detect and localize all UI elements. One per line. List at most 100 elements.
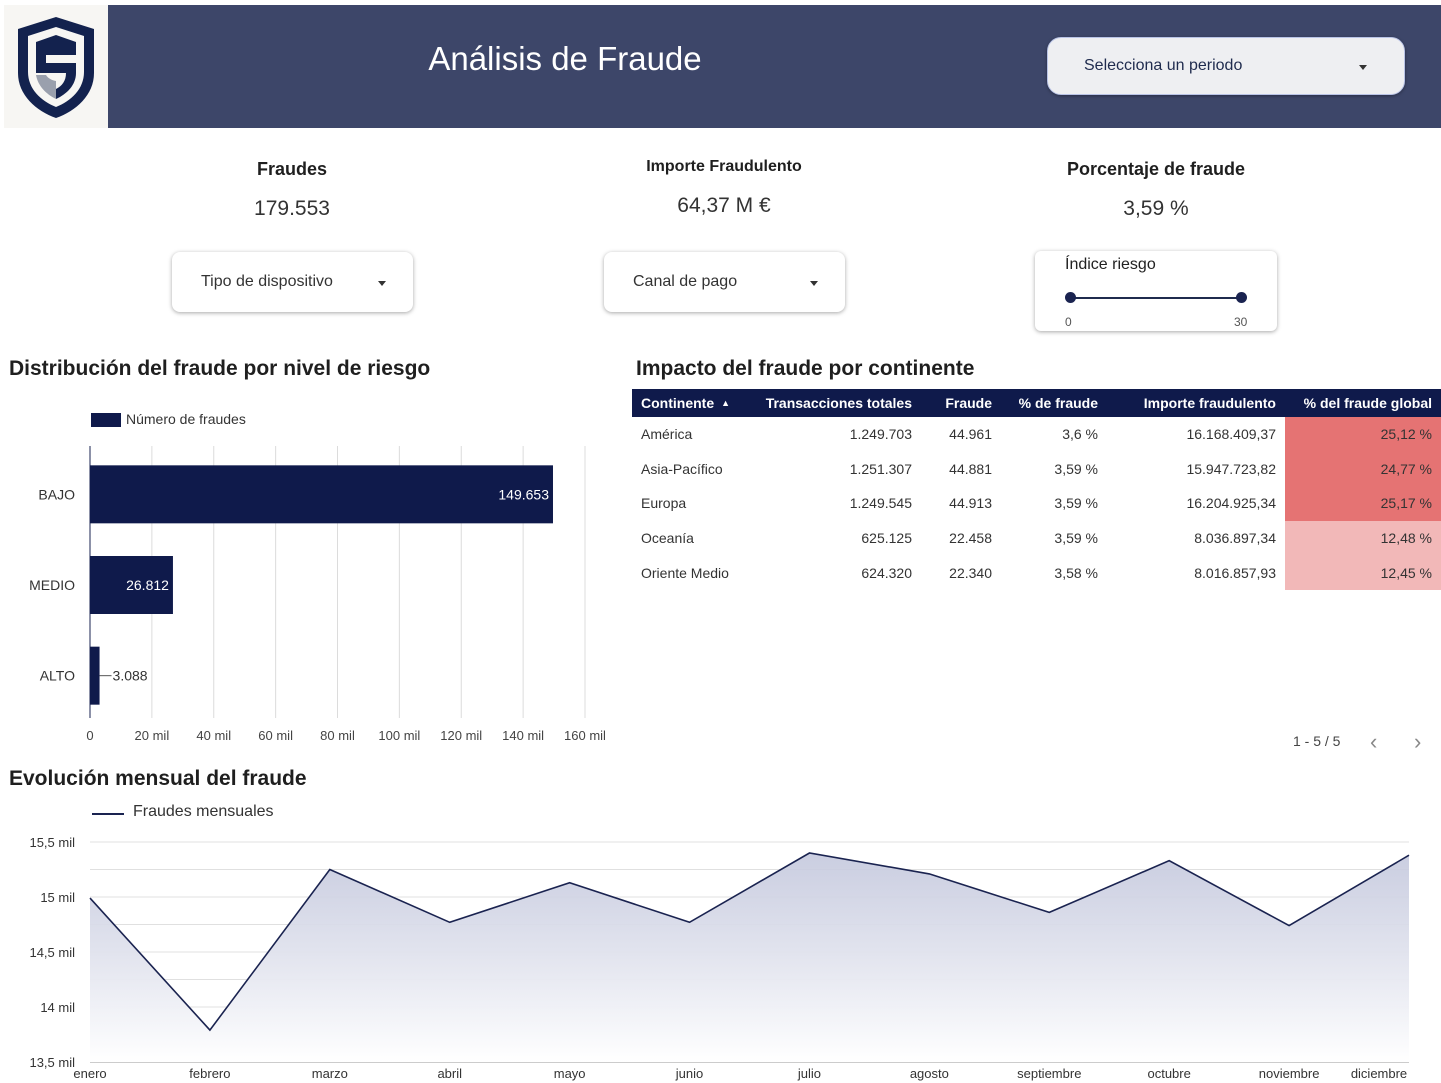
cell-transacciones: 1.251.307 — [849, 460, 912, 477]
slider-min-value: 0 — [1065, 315, 1072, 329]
cell-fraude: 44.913 — [949, 495, 992, 512]
chevron-down-icon — [378, 281, 386, 286]
chevron-left-icon[interactable]: ‹ — [1370, 731, 1377, 753]
cell-pct-global: 12,45 % — [1380, 564, 1432, 581]
table-title: Impacto del fraude por continente — [636, 357, 975, 380]
kpi-importe: Importe Fraudulento 64,37 M € — [574, 158, 874, 218]
logo — [4, 5, 108, 128]
x-tick-label: mayo — [554, 1066, 586, 1081]
y-tick-label: 15,5 mil — [29, 835, 75, 850]
x-tick-label: abril — [437, 1066, 462, 1081]
payment-channel-filter[interactable]: Canal de pago — [604, 252, 845, 312]
col-header-pct-global[interactable]: % del fraude global — [1285, 389, 1432, 417]
bar-data-label: 26.812 — [126, 577, 169, 593]
cell-continente: Europa — [641, 495, 687, 512]
x-tick-label: 0 — [86, 728, 93, 743]
cell-transacciones: 624.320 — [861, 564, 912, 581]
x-tick-label: enero — [73, 1066, 106, 1081]
col-header-continente[interactable]: Continente ▲ — [641, 389, 751, 417]
cell-fraude: 44.961 — [949, 426, 992, 443]
cell-transacciones: 1.249.545 — [849, 495, 912, 512]
page-title: Análisis de Fraude — [428, 40, 702, 77]
risk-slider-label: Índice riesgo — [1065, 256, 1156, 273]
device-type-filter-label: Tipo de dispositivo — [201, 273, 333, 290]
cell-pct-fraude: 3,58 % — [1054, 564, 1098, 581]
x-tick-label: agosto — [910, 1066, 949, 1081]
payment-channel-filter-label: Canal de pago — [633, 273, 738, 290]
col-header-pct-fraude[interactable]: % de fraude — [992, 389, 1098, 417]
bar-alto — [90, 646, 100, 705]
chevron-down-icon — [1359, 65, 1367, 70]
cell-pct-global: 25,17 % — [1380, 495, 1432, 512]
table-body: América 1.249.703 44.961 3,6 % 16.168.409,37… — [632, 417, 1441, 590]
pagination-text: 1 - 5 / 5 — [1293, 733, 1341, 749]
cell-importe: 8.036.897,34 — [1194, 530, 1276, 547]
cell-fraude: 22.458 — [949, 530, 992, 547]
x-tick-label: 120 mil — [440, 728, 482, 743]
cell-continente: Asia-Pacífico — [641, 460, 723, 477]
risk-index-slider: Índice riesgo 0 30 — [1035, 251, 1277, 331]
col-header-importe[interactable]: Importe fraudulento — [1098, 389, 1276, 417]
x-tick-label: 40 mil — [196, 728, 231, 743]
x-tick-label: 100 mil — [378, 728, 420, 743]
legend-line-swatch — [92, 813, 124, 815]
monthly-chart-title: Evolución mensual del fraude — [9, 767, 307, 790]
kpi-fraudes-value: 179.553 — [254, 197, 330, 220]
x-tick-label: 60 mil — [258, 728, 293, 743]
x-tick-label: 20 mil — [135, 728, 170, 743]
risk-chart-legend: Número de fraudes — [126, 411, 246, 427]
y-category-label: ALTO — [40, 668, 75, 684]
y-category-label: MEDIO — [29, 577, 75, 593]
bar-bajo — [90, 465, 553, 524]
cell-importe: 16.168.409,37 — [1186, 426, 1276, 443]
x-tick-label: octubre — [1147, 1066, 1190, 1081]
table-row: Europa 1.249.545 44.913 3,59 % 16.204.925,34… — [632, 486, 1441, 521]
cell-pct-global: 24,77 % — [1380, 460, 1432, 477]
x-tick-label: 80 mil — [320, 728, 355, 743]
table-header: Continente ▲ Transacciones totales Fraud… — [632, 389, 1441, 417]
table-row: Oceanía 625.125 22.458 3,59 % 8.036.897,34 12… — [632, 520, 1441, 556]
sort-asc-icon: ▲ — [721, 398, 731, 408]
cell-pct-fraude: 3,59 % — [1054, 530, 1098, 547]
chevron-right-icon[interactable]: › — [1414, 731, 1421, 753]
x-tick-label: 160 mil — [564, 728, 606, 743]
risk-chart-title: Distribución del fraude por nivel de rie… — [9, 357, 431, 380]
table-row: Asia-Pacífico 1.251.307 44.881 3,59 % 15.947… — [632, 451, 1441, 487]
risk-bar-chart: 0 20 mil 40 mil 60 mil 80 mil 100 mil 120 mil 1… — [29, 446, 606, 743]
cell-pct-fraude: 3,59 % — [1054, 495, 1098, 512]
col-header-transacciones[interactable]: Transacciones totales — [742, 389, 912, 417]
cell-importe: 8.016.857,93 — [1194, 564, 1276, 581]
monthly-area-chart: 13,5 mil 14 mil 14,5 mil 15 mil 15,5 mil ener… — [29, 835, 1410, 1081]
cell-continente: Oceanía — [641, 530, 694, 547]
cell-transacciones: 625.125 — [861, 530, 912, 547]
kpi-porcentaje: Porcentaje de fraude 3,59 % — [1006, 159, 1306, 221]
x-tick-label: febrero — [189, 1066, 230, 1081]
table-row: América 1.249.703 44.961 3,6 % 16.168.409,37… — [632, 417, 1441, 452]
cell-pct-fraude: 3,6 % — [1062, 426, 1098, 443]
col-header-fraude[interactable]: Fraude — [912, 389, 992, 417]
kpi-fraudes-title: Fraudes — [256, 159, 328, 179]
cell-pct-global: 25,12 % — [1380, 426, 1432, 443]
area-fill — [90, 853, 1409, 1062]
kpi-importe-value: 64,37 M € — [677, 194, 771, 217]
slider-track[interactable] — [1071, 297, 1242, 299]
device-type-filter[interactable]: Tipo de dispositivo — [172, 252, 413, 312]
slider-max-handle[interactable] — [1236, 292, 1247, 303]
bar-data-label: 3.088 — [113, 668, 148, 684]
table-row: Oriente Medio 624.320 22.340 3,58 % 8.016.85… — [632, 555, 1441, 590]
x-tick-label: diciembre — [1351, 1066, 1407, 1081]
cell-fraude: 44.881 — [949, 460, 992, 477]
cell-importe: 15.947.723,82 — [1186, 460, 1276, 477]
y-tick-label: 13,5 mil — [29, 1055, 75, 1070]
legend-swatch — [91, 413, 121, 427]
x-tick-label: noviembre — [1259, 1066, 1320, 1081]
y-tick-label: 15 mil — [40, 890, 75, 905]
x-tick-label: julio — [797, 1066, 821, 1081]
x-tick-label: junio — [675, 1066, 703, 1081]
slider-min-handle[interactable] — [1065, 292, 1076, 303]
period-selector-label: Selecciona un periodo — [1084, 57, 1243, 74]
y-tick-label: 14 mil — [40, 1000, 75, 1015]
cell-transacciones: 1.249.703 — [849, 426, 912, 443]
period-selector[interactable]: Selecciona un periodo — [1047, 37, 1405, 95]
y-category-label: BAJO — [38, 486, 75, 502]
